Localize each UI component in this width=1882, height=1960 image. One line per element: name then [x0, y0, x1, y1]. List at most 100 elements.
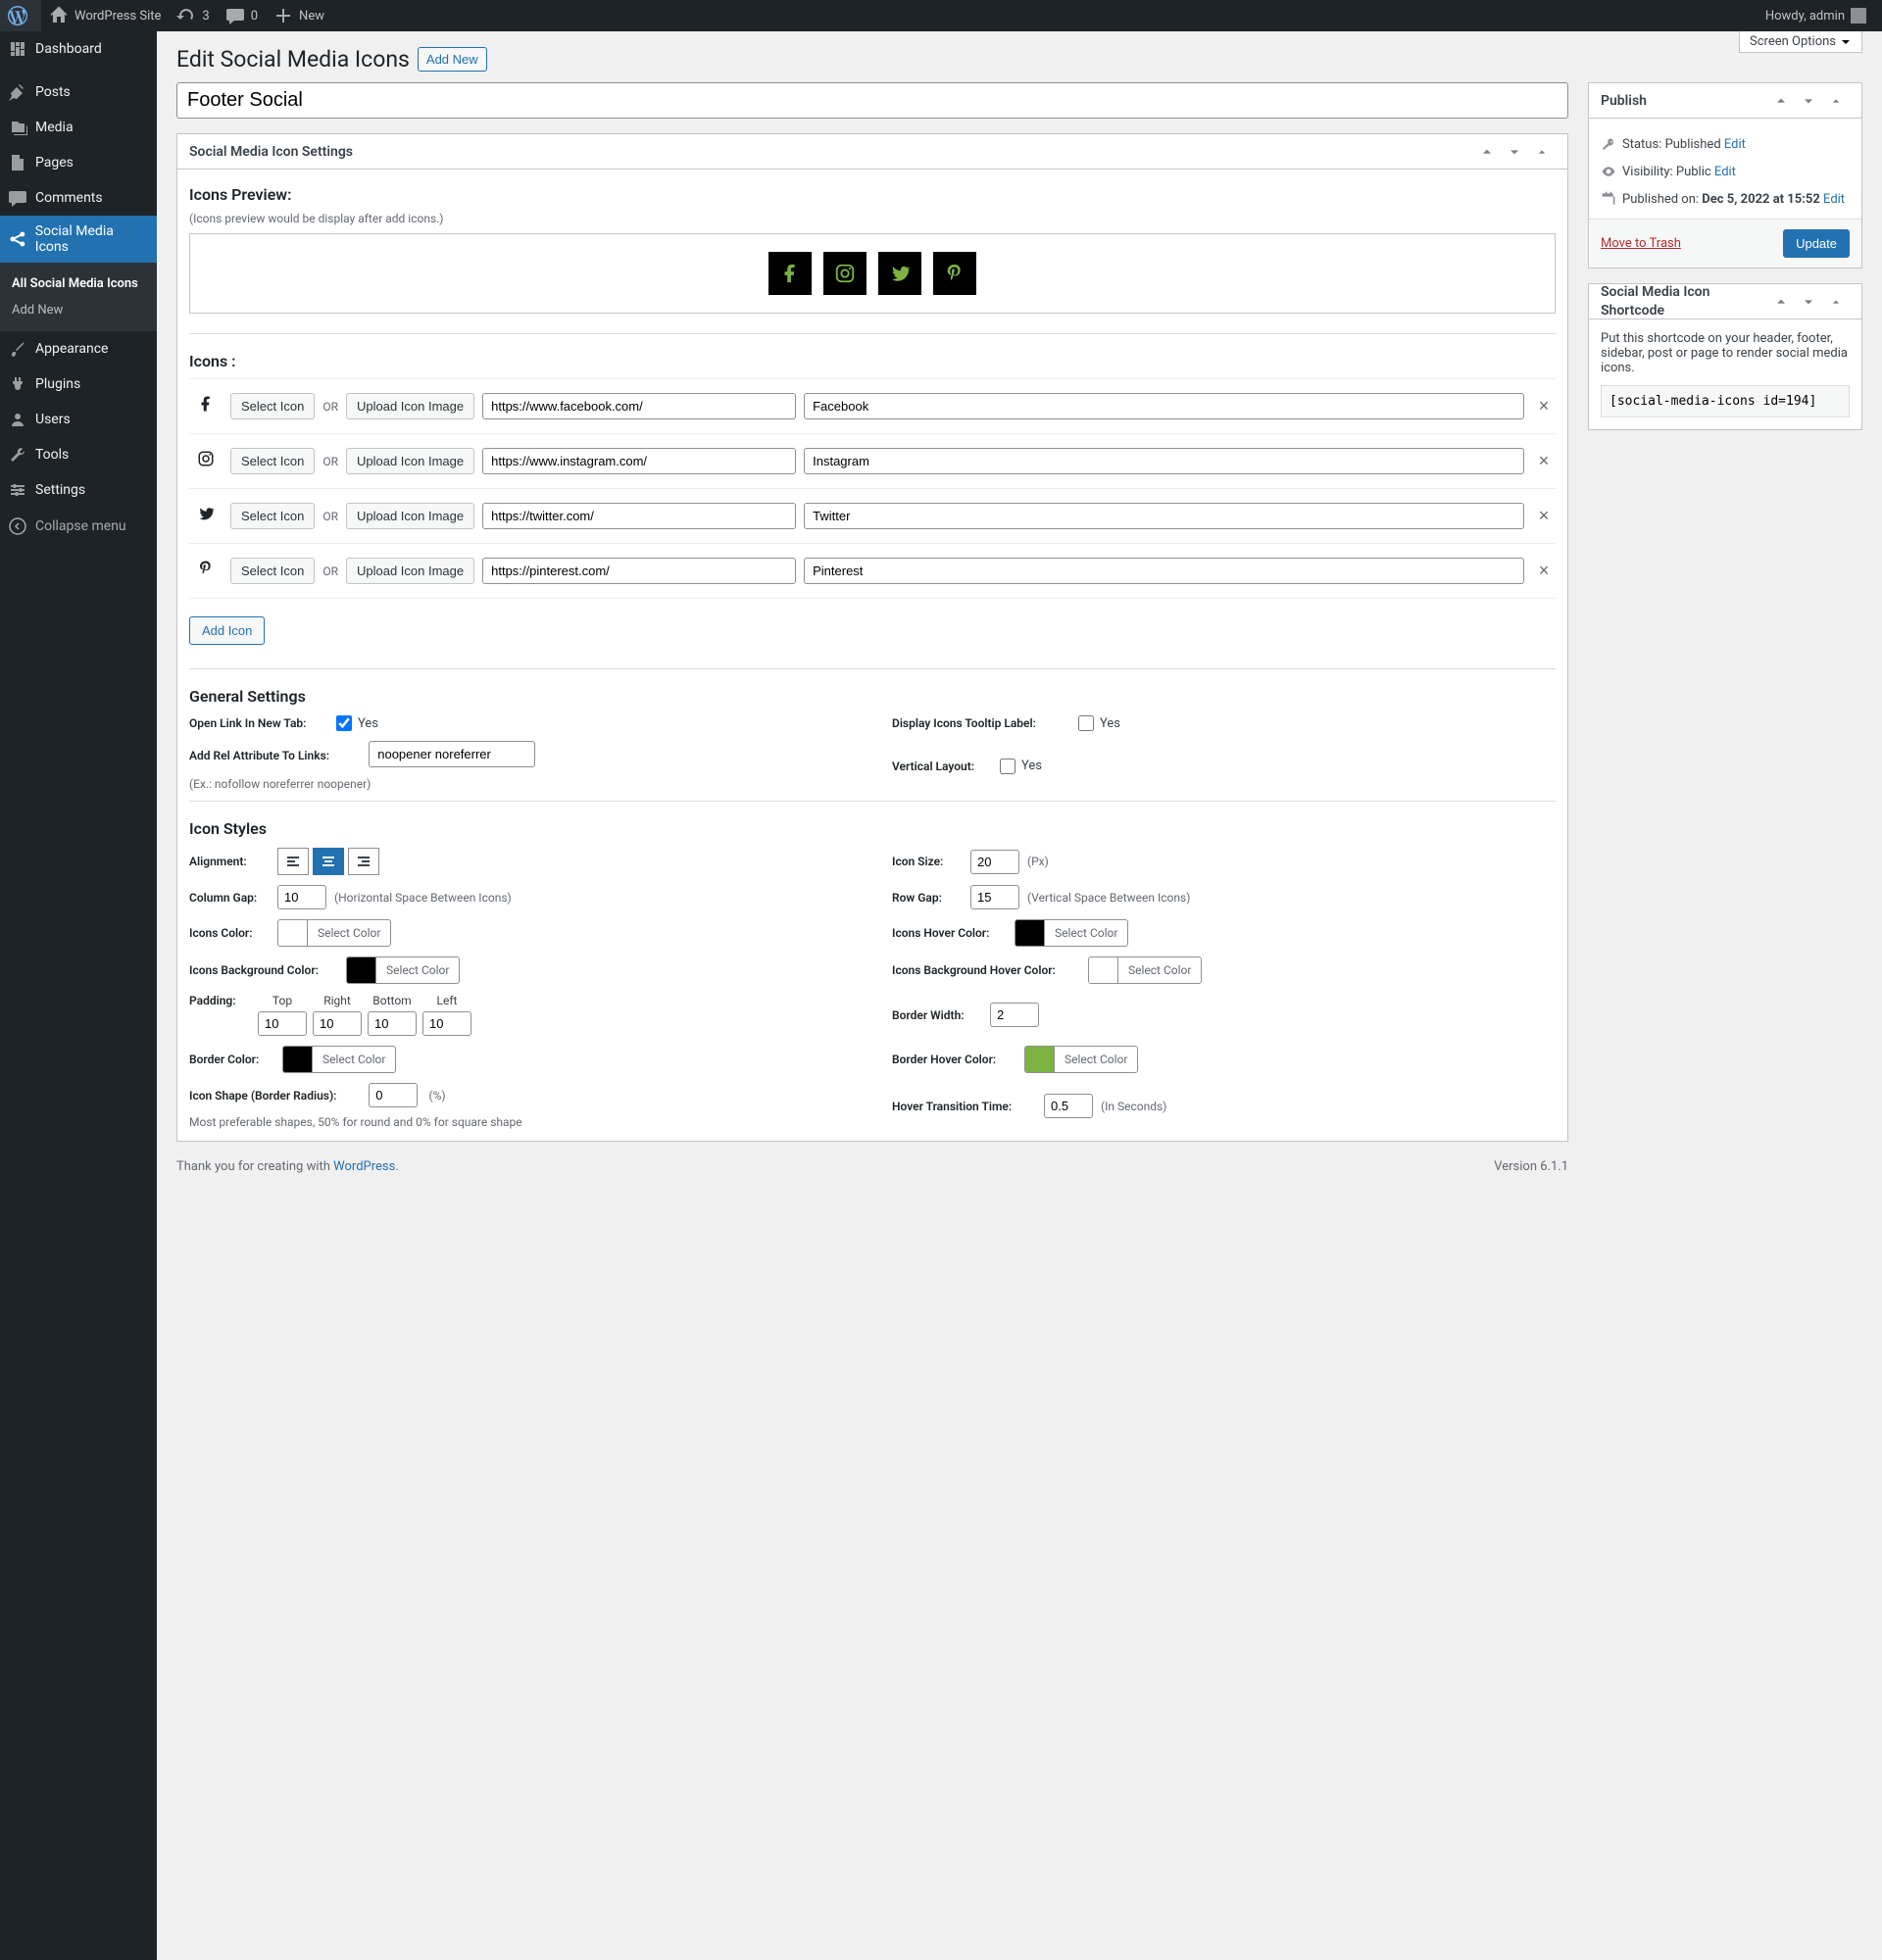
icon-title-input[interactable]	[804, 448, 1524, 474]
select-icon-button[interactable]: Select Icon	[230, 558, 315, 584]
icon-size-input[interactable]	[970, 850, 1019, 874]
select-icon-button[interactable]: Select Icon	[230, 503, 315, 529]
post-title-input[interactable]	[176, 82, 1568, 119]
icons-color-picker[interactable]: Select Color	[277, 919, 391, 947]
wordpress-link[interactable]: WordPress	[333, 1159, 395, 1174]
padding-left-input[interactable]	[422, 1011, 471, 1036]
padding-bottom-input[interactable]	[368, 1011, 417, 1036]
updates-link[interactable]: 3	[169, 0, 217, 31]
menu-label: Dashboard	[35, 41, 102, 57]
submenu-all[interactable]: All Social Media Icons	[0, 270, 157, 297]
upload-icon-button[interactable]: Upload Icon Image	[346, 503, 474, 529]
padding-right-input[interactable]	[313, 1011, 362, 1036]
add-icon-button[interactable]: Add Icon	[189, 616, 265, 645]
edit-status-link[interactable]: Edit	[1724, 137, 1746, 152]
add-new-button[interactable]: Add New	[418, 47, 487, 72]
site-link[interactable]: WordPress Site	[41, 0, 169, 31]
remove-icon-button[interactable]: ×	[1532, 396, 1556, 416]
menu-appearance[interactable]: Appearance	[0, 331, 157, 367]
toggle-panel-button[interactable]	[1822, 288, 1850, 316]
preview-icon-instagram[interactable]	[823, 252, 867, 295]
icon-url-input[interactable]	[482, 393, 796, 419]
border-width-input[interactable]	[990, 1003, 1039, 1027]
upload-icon-button[interactable]: Upload Icon Image	[346, 448, 474, 474]
footer-thanks: Thank you for creating with WordPress.	[176, 1159, 399, 1174]
icon-url-input[interactable]	[482, 503, 796, 529]
icon-row: Select IconORUpload Icon Image×	[189, 378, 1556, 434]
menu-label: Users	[35, 412, 71, 427]
wp-logo[interactable]	[0, 0, 41, 31]
icon-title-input[interactable]	[804, 393, 1524, 419]
move-down-button[interactable]	[1501, 138, 1528, 166]
rel-input[interactable]	[369, 741, 535, 767]
icon-url-input[interactable]	[482, 558, 796, 584]
upload-icon-button[interactable]: Upload Icon Image	[346, 558, 474, 584]
align-right-button[interactable]	[348, 848, 379, 875]
preview-icon-pinterest[interactable]	[933, 252, 976, 295]
toggle-panel-button[interactable]	[1822, 87, 1850, 115]
hover-color-picker[interactable]: Select Color	[1015, 919, 1128, 947]
move-to-trash-link[interactable]: Move to Trash	[1601, 236, 1681, 251]
remove-icon-button[interactable]: ×	[1532, 451, 1556, 471]
shortcode-field[interactable]	[1601, 385, 1850, 417]
move-down-button[interactable]	[1795, 288, 1822, 316]
menu-settings[interactable]: Settings	[0, 472, 157, 508]
menu-comments[interactable]: Comments	[0, 180, 157, 216]
account-link[interactable]: Howdy, admin	[1758, 0, 1874, 31]
menu-media[interactable]: Media	[0, 110, 157, 145]
menu-posts[interactable]: Posts	[0, 74, 157, 110]
preview-icon-twitter[interactable]	[878, 252, 921, 295]
edit-visibility-link[interactable]: Edit	[1714, 165, 1736, 179]
toggle-panel-button[interactable]	[1528, 138, 1556, 166]
bg-hover-picker[interactable]: Select Color	[1088, 956, 1202, 984]
remove-icon-button[interactable]: ×	[1532, 506, 1556, 526]
transition-label: Hover Transition Time:	[892, 1100, 1044, 1113]
move-up-button[interactable]	[1473, 138, 1501, 166]
padding-top-input[interactable]	[258, 1011, 307, 1036]
preview-icon-facebook[interactable]	[768, 252, 812, 295]
icon-title-input[interactable]	[804, 503, 1524, 529]
border-color-picker[interactable]: Select Color	[282, 1046, 396, 1073]
bg-color-picker[interactable]: Select Color	[346, 956, 460, 984]
icon-title-input[interactable]	[804, 558, 1524, 584]
open-new-tab-checkbox[interactable]	[336, 715, 352, 731]
menu-label: Posts	[35, 84, 71, 100]
open-new-tab-label: Open Link In New Tab:	[189, 716, 336, 730]
menu-users[interactable]: Users	[0, 402, 157, 437]
align-center-button[interactable]	[313, 848, 344, 875]
row-gap-input[interactable]	[970, 885, 1019, 909]
collapse-menu[interactable]: Collapse menu	[0, 508, 157, 544]
new-link[interactable]: New	[266, 0, 332, 31]
vertical-checkbox[interactable]	[1000, 759, 1015, 774]
status-value: Published	[1665, 137, 1721, 152]
shape-input[interactable]	[369, 1083, 418, 1107]
select-icon-button[interactable]: Select Icon	[230, 448, 315, 474]
menu-pages[interactable]: Pages	[0, 145, 157, 180]
transition-input[interactable]	[1044, 1094, 1093, 1118]
edit-date-link[interactable]: Edit	[1823, 192, 1845, 207]
move-up-button[interactable]	[1767, 288, 1795, 316]
screen-options-toggle[interactable]: Screen Options	[1739, 31, 1862, 53]
menu-tools[interactable]: Tools	[0, 437, 157, 472]
submenu-add-new[interactable]: Add New	[0, 297, 157, 323]
menu-social-media-icons[interactable]: Social Media Icons	[0, 216, 157, 263]
move-down-button[interactable]	[1795, 87, 1822, 115]
select-icon-button[interactable]: Select Icon	[230, 393, 315, 419]
align-left-button[interactable]	[277, 848, 309, 875]
comments-link[interactable]: 0	[218, 0, 266, 31]
border-hover-picker[interactable]: Select Color	[1024, 1046, 1138, 1073]
col-gap-input[interactable]	[277, 885, 326, 909]
remove-icon-button[interactable]: ×	[1532, 561, 1556, 581]
border-color-label: Border Color:	[189, 1053, 282, 1066]
menu-dashboard[interactable]: Dashboard	[0, 31, 157, 67]
move-up-button[interactable]	[1767, 87, 1795, 115]
upload-icon-button[interactable]: Upload Icon Image	[346, 393, 474, 419]
menu-plugins[interactable]: Plugins	[0, 367, 157, 402]
update-button[interactable]: Update	[1783, 229, 1850, 258]
tooltip-checkbox[interactable]	[1078, 715, 1094, 731]
icons-preview	[189, 233, 1556, 314]
media-icon	[8, 118, 27, 137]
facebook-icon	[189, 395, 223, 417]
yes-label: Yes	[358, 716, 378, 731]
icon-url-input[interactable]	[482, 448, 796, 474]
